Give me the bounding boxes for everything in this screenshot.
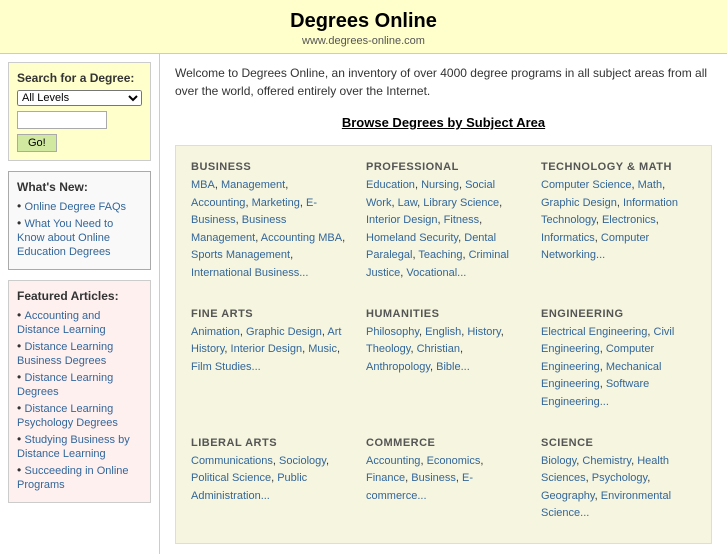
featured-heading: Featured Articles: bbox=[17, 289, 142, 303]
degree-cell-business: BUSINESS MBA, Management, Accounting, Ma… bbox=[181, 151, 356, 298]
featured-item[interactable]: Succeeding in Online Programs bbox=[17, 465, 129, 491]
degree-link[interactable]: Graphic Design bbox=[246, 326, 322, 338]
degree-link[interactable]: MBA bbox=[191, 179, 215, 191]
engineering-heading: ENGINEERING bbox=[541, 308, 696, 320]
degree-link[interactable]: Film Studies... bbox=[191, 361, 261, 373]
degree-link[interactable]: Interior Design bbox=[231, 343, 303, 355]
degree-link[interactable]: Christian bbox=[417, 343, 460, 355]
professional-links: Education, Nursing, Social Work, Law, Li… bbox=[366, 177, 521, 283]
search-label: Search for a Degree: bbox=[17, 71, 142, 85]
finearts-links: Animation, Graphic Design, Art History, … bbox=[191, 324, 346, 377]
degree-link[interactable]: Electronics bbox=[602, 214, 656, 226]
degree-link[interactable]: Finance bbox=[366, 472, 405, 484]
degree-link[interactable]: Geography bbox=[541, 490, 595, 502]
degree-link[interactable]: Graphic Design bbox=[541, 197, 617, 209]
business-heading: BUSINESS bbox=[191, 161, 346, 173]
degree-link[interactable]: Homeland Security bbox=[366, 232, 458, 244]
degree-cell-liberalarts: LIBERAL ARTS Communications, Sociology, … bbox=[181, 427, 356, 538]
whats-new-heading: What's New: bbox=[17, 180, 142, 194]
science-heading: SCIENCE bbox=[541, 437, 696, 449]
degree-link[interactable]: Accounting MBA bbox=[261, 232, 342, 244]
degree-cell-finearts: FINE ARTS Animation, Graphic Design, Art… bbox=[181, 298, 356, 427]
degree-link[interactable]: Bible... bbox=[436, 361, 470, 373]
degree-link[interactable]: Accounting bbox=[366, 455, 420, 467]
go-button[interactable]: Go! bbox=[17, 134, 57, 152]
liberalarts-heading: LIBERAL ARTS bbox=[191, 437, 346, 449]
degree-link[interactable]: English bbox=[425, 326, 461, 338]
featured-item[interactable]: Distance Learning Business Degrees bbox=[17, 341, 113, 367]
degree-cell-professional: PROFESSIONAL Education, Nursing, Social … bbox=[356, 151, 531, 298]
degree-link[interactable]: Psychology bbox=[592, 472, 647, 484]
humanities-heading: HUMANITIES bbox=[366, 308, 521, 320]
degree-link[interactable]: Computer Science bbox=[541, 179, 632, 191]
degree-link[interactable]: Animation bbox=[191, 326, 240, 338]
page-title: Degrees Online bbox=[0, 10, 727, 33]
degree-link[interactable]: Vocational... bbox=[406, 267, 466, 279]
degree-link[interactable]: Philosophy bbox=[366, 326, 419, 338]
degree-link[interactable]: Law bbox=[398, 197, 418, 209]
degree-cell-commerce: COMMERCE Accounting, Economics, Finance,… bbox=[356, 427, 531, 538]
degree-cell-humanities: HUMANITIES Philosophy, English, History,… bbox=[356, 298, 531, 427]
degree-link[interactable]: Sociology bbox=[279, 455, 326, 467]
whats-new-item[interactable]: What You Need to Know about Online Educa… bbox=[17, 218, 113, 258]
degree-link[interactable]: Business bbox=[411, 472, 456, 484]
featured-item[interactable]: Studying Business by Distance Learning bbox=[17, 434, 130, 460]
search-input[interactable] bbox=[17, 111, 107, 129]
featured-list: Accounting and Distance Learning Distanc… bbox=[17, 308, 142, 491]
featured-item[interactable]: Distance Learning Degrees bbox=[17, 372, 113, 398]
degree-link[interactable]: History bbox=[467, 326, 500, 338]
finearts-heading: FINE ARTS bbox=[191, 308, 346, 320]
tech-heading: TECHNOLOGY & MATH bbox=[541, 161, 696, 173]
degree-link[interactable]: Fitness bbox=[444, 214, 479, 226]
degree-link[interactable]: Communications bbox=[191, 455, 273, 467]
degree-link[interactable]: Economics bbox=[427, 455, 481, 467]
professional-heading: PROFESSIONAL bbox=[366, 161, 521, 173]
featured-item[interactable]: Accounting and Distance Learning bbox=[17, 310, 106, 336]
commerce-links: Accounting, Economics, Finance, Business… bbox=[366, 453, 521, 506]
commerce-heading: COMMERCE bbox=[366, 437, 521, 449]
welcome-text: Welcome to Degrees Online, an inventory … bbox=[175, 64, 712, 100]
degree-link[interactable]: Political Science bbox=[191, 472, 271, 484]
degree-link[interactable]: Marketing bbox=[252, 197, 300, 209]
degree-cell-tech: TECHNOLOGY & MATH Computer Science, Math… bbox=[531, 151, 706, 298]
degree-link[interactable]: Electrical Engineering bbox=[541, 326, 647, 338]
degree-cell-engineering: ENGINEERING Electrical Engineering, Civi… bbox=[531, 298, 706, 427]
featured-item[interactable]: Distance Learning Psychology Degrees bbox=[17, 403, 118, 429]
site-url: www.degrees-online.com bbox=[0, 35, 727, 47]
degree-link[interactable]: Theology bbox=[366, 343, 410, 355]
degree-link[interactable]: Anthropology bbox=[366, 361, 430, 373]
degree-link[interactable]: Music bbox=[308, 343, 337, 355]
levels-select[interactable]: All Levels Associate Bachelor Master Doc… bbox=[17, 90, 142, 106]
degree-link[interactable]: Chemistry bbox=[582, 455, 631, 467]
tech-links: Computer Science, Math, Graphic Design, … bbox=[541, 177, 696, 265]
degree-link[interactable]: Education bbox=[366, 179, 415, 191]
degree-link[interactable]: Biology bbox=[541, 455, 576, 467]
degree-link[interactable]: International Business... bbox=[191, 267, 308, 279]
engineering-links: Electrical Engineering, Civil Engineerin… bbox=[541, 324, 696, 412]
humanities-links: Philosophy, English, History, Theology, … bbox=[366, 324, 521, 377]
degree-link[interactable]: Math bbox=[638, 179, 662, 191]
whats-new-item[interactable]: Online Degree FAQs bbox=[25, 201, 127, 213]
browse-title: Browse Degrees by Subject Area bbox=[175, 115, 712, 130]
degree-link[interactable]: Teaching bbox=[418, 249, 462, 261]
liberalarts-links: Communications, Sociology, Political Sci… bbox=[191, 453, 346, 506]
degrees-grid: BUSINESS MBA, Management, Accounting, Ma… bbox=[175, 145, 712, 544]
degree-link[interactable]: Nursing bbox=[421, 179, 459, 191]
degree-link[interactable]: Accounting bbox=[191, 197, 245, 209]
degree-link[interactable]: Library Science bbox=[423, 197, 499, 209]
degree-link[interactable]: Sports Management bbox=[191, 249, 290, 261]
degree-cell-science: SCIENCE Biology, Chemistry, Health Scien… bbox=[531, 427, 706, 538]
science-links: Biology, Chemistry, Health Sciences, Psy… bbox=[541, 453, 696, 523]
business-links: MBA, Management, Accounting, Marketing, … bbox=[191, 177, 346, 283]
whats-new-list: Online Degree FAQs What You Need to Know… bbox=[17, 199, 142, 258]
degree-link[interactable]: Informatics bbox=[541, 232, 595, 244]
degree-link[interactable]: Management bbox=[221, 179, 285, 191]
degree-link[interactable]: Interior Design bbox=[366, 214, 438, 226]
